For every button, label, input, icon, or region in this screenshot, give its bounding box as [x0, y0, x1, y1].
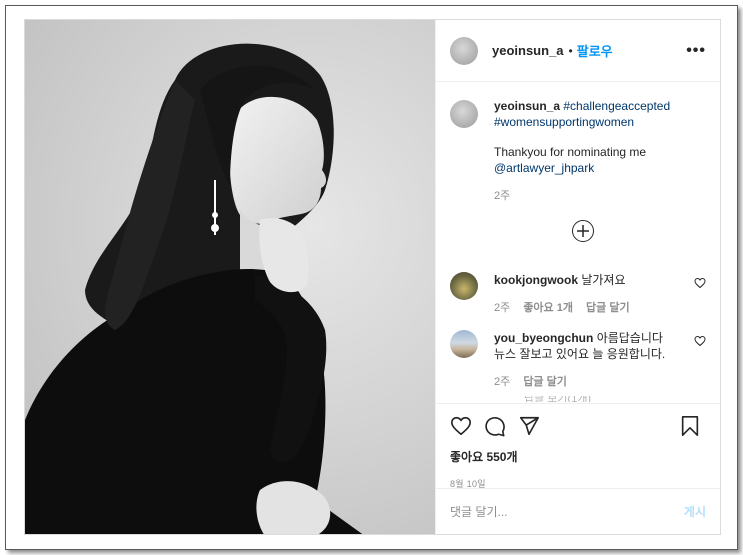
author-avatar[interactable]	[450, 36, 478, 65]
author-username[interactable]: yeoinsun_a	[492, 43, 564, 58]
comment-time[interactable]: 2주	[494, 302, 510, 314]
post-actions: 좋아요 550개 8월 10일	[436, 403, 720, 490]
portrait-illustration	[25, 43, 363, 534]
post-date[interactable]: 8월 10일	[450, 477, 706, 490]
follow-button[interactable]: 팔로우	[577, 41, 613, 60]
comment-icon	[485, 416, 505, 437]
instagram-post: yeoinsun_a • 팔로우 ••• yeoinsun_a #challen…	[24, 19, 721, 535]
save-button[interactable]	[680, 415, 700, 437]
share-icon	[519, 416, 539, 436]
reply-button[interactable]: 답글 달기	[586, 302, 630, 314]
caption-avatar[interactable]	[450, 100, 478, 128]
comment-body: kookjongwook 날가져요 2주 좋아요 1개 답글 달기	[494, 272, 666, 316]
post-caption: yeoinsun_a #challengeaccepted #womensupp…	[450, 98, 706, 204]
comment-button[interactable]	[484, 415, 506, 437]
comment-body: you_byeongchun 아름답습니다 뉴스 잘보고 있어요 늘 응원합니다…	[494, 330, 666, 390]
post-comment-button[interactable]: 게시	[684, 503, 706, 520]
comment-heart-icon[interactable]	[694, 277, 706, 289]
post-photo[interactable]	[25, 20, 436, 534]
share-button[interactable]	[518, 415, 540, 437]
mention-link[interactable]: @artlawyer_jhpark	[494, 161, 594, 175]
caption-time[interactable]: 2주	[494, 188, 670, 204]
hashtag-link[interactable]: #womensupportingwomen	[494, 115, 634, 129]
comment-text: 날가져요	[581, 273, 626, 287]
commenter-avatar[interactable]	[450, 272, 478, 300]
like-button[interactable]	[450, 415, 472, 437]
more-options-icon[interactable]: •••	[686, 42, 706, 60]
commenter-username[interactable]: you_byeongchun	[494, 331, 593, 345]
comment-likes[interactable]: 좋아요 1개	[523, 302, 573, 314]
comment-meta: 2주 답글 달기	[494, 374, 666, 390]
action-icons	[450, 414, 706, 438]
comment-time[interactable]: 2주	[494, 376, 510, 388]
comment-heart-icon[interactable]	[694, 335, 706, 347]
post-sidebar: yeoinsun_a • 팔로우 ••• yeoinsun_a #challen…	[436, 20, 720, 534]
comments-section[interactable]: yeoinsun_a #challengeaccepted #womensupp…	[436, 82, 720, 403]
comment-input[interactable]	[450, 504, 684, 519]
commenter-username[interactable]: kookjongwook	[494, 273, 578, 287]
hashtag-link[interactable]: #challengeaccepted	[563, 99, 670, 113]
likes-count[interactable]: 좋아요 550개	[450, 448, 706, 465]
add-comment-bar: 게시	[436, 488, 720, 534]
view-replies-partial[interactable]: 답글 보기(1개)	[524, 396, 591, 402]
commenter-avatar[interactable]	[450, 330, 478, 358]
load-more-comments-button[interactable]	[572, 220, 594, 242]
caption-username[interactable]: yeoinsun_a	[494, 99, 560, 113]
plus-circle-icon	[577, 225, 589, 237]
heart-icon	[451, 416, 471, 436]
bookmark-icon	[681, 416, 699, 436]
caption-text: Thankyou for nominating me	[494, 145, 647, 159]
caption-body: yeoinsun_a #challengeaccepted #womensupp…	[494, 98, 670, 204]
comment-item: kookjongwook 날가져요 2주 좋아요 1개 답글 달기	[450, 272, 706, 316]
comment-meta: 2주 좋아요 1개 답글 달기	[494, 300, 666, 316]
header-separator: •	[568, 43, 573, 58]
reply-button[interactable]: 답글 달기	[523, 376, 567, 388]
post-header: yeoinsun_a • 팔로우 •••	[436, 20, 720, 82]
comment-item: you_byeongchun 아름답습니다 뉴스 잘보고 있어요 늘 응원합니다…	[450, 330, 706, 390]
